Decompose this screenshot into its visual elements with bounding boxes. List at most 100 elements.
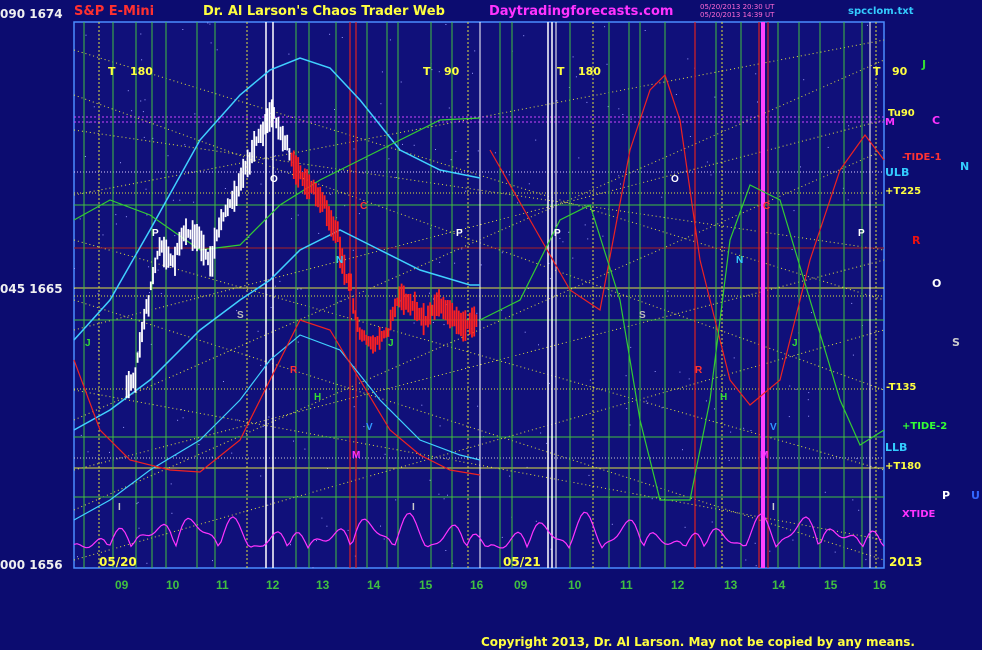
star-dot [347, 529, 349, 531]
star-dot [793, 210, 795, 212]
star-dot [689, 136, 691, 137]
star-dot [508, 174, 510, 176]
star-dot [800, 166, 801, 168]
star-dot [212, 560, 213, 562]
star-dot [429, 292, 430, 294]
star-dot [79, 218, 81, 220]
star-dot [257, 330, 259, 332]
cycle-label-180b: 180 [578, 65, 601, 78]
star-dot [439, 425, 441, 427]
star-dot [568, 231, 570, 233]
star-dot [171, 512, 173, 514]
star-dot [834, 551, 836, 553]
x-tick-label: 16 [873, 578, 887, 592]
cycle-label-t1: T [108, 65, 116, 78]
star-dot [847, 199, 849, 201]
star-dot [109, 451, 110, 453]
marker-p: P [456, 228, 463, 239]
star-dot [733, 357, 735, 359]
star-dot [667, 290, 669, 292]
star-dot [575, 76, 577, 78]
star-dot [808, 392, 810, 394]
star-dot [445, 24, 447, 25]
star-dot [141, 59, 143, 61]
cycle-label-t3: T [557, 65, 565, 78]
star-dot [501, 536, 503, 538]
star-dot [501, 252, 503, 254]
star-dot [745, 559, 747, 561]
marker-h: H [314, 392, 321, 403]
star-dot [85, 34, 87, 36]
marker-j: J [792, 338, 798, 349]
right-label-c: C [932, 114, 941, 127]
star-dot [174, 235, 176, 237]
star-dot [546, 442, 548, 444]
star-dot [145, 188, 147, 190]
x-tick-label: 11 [620, 578, 633, 592]
star-dot [572, 56, 574, 58]
star-dot [477, 150, 479, 152]
star-dot [549, 382, 550, 384]
star-dot [396, 177, 398, 178]
star-dot [509, 475, 511, 477]
star-dot [380, 525, 381, 527]
star-dot [88, 121, 90, 123]
marker-c: C [360, 201, 367, 212]
x-tick-label: 15 [419, 578, 433, 592]
star-dot [528, 183, 530, 185]
star-dot [388, 158, 390, 160]
star-dot [629, 424, 631, 426]
star-dot [384, 453, 386, 455]
star-dot [274, 285, 276, 287]
star-dot [223, 381, 224, 382]
right-label-t180: +T180 [885, 461, 922, 472]
star-dot [429, 479, 431, 481]
x-tick-label: 12 [671, 578, 685, 592]
star-dot [84, 156, 86, 157]
star-dot [517, 202, 519, 204]
marker-c: C [763, 201, 770, 212]
x-tick-label: 14 [772, 578, 786, 592]
star-dot [606, 63, 608, 65]
x-axis-ticks: 09 10 11 12 13 14 15 16 09 10 11 12 13 14 15 16 [115, 578, 887, 592]
right-label-t225: +T225 [885, 186, 922, 197]
star-dot [144, 99, 146, 101]
star-dot [279, 280, 281, 282]
year-label: 2013 [889, 555, 923, 569]
star-dot [710, 174, 712, 176]
star-dot [474, 50, 476, 52]
star-dot [262, 426, 264, 427]
marker-v: V [366, 422, 373, 433]
star-dot [848, 125, 850, 127]
marker-j: J [85, 338, 91, 349]
right-label-xtide: XTIDE [902, 509, 936, 520]
right-label-p: P [942, 489, 951, 502]
star-dot [326, 525, 328, 527]
star-dot [538, 344, 539, 346]
star-dot [290, 544, 291, 546]
star-dot [125, 216, 127, 218]
star-dot [353, 148, 355, 150]
star-dot [160, 293, 162, 294]
star-dot [618, 108, 620, 110]
star-dot [182, 417, 184, 419]
right-label-tide2: +TIDE-2 [902, 421, 948, 432]
marker-r: R [290, 365, 298, 376]
star-dot [438, 71, 440, 73]
star-dot [413, 322, 415, 324]
star-dot [661, 196, 663, 198]
right-label-j: J [922, 58, 927, 71]
star-dot [556, 100, 558, 102]
star-dot [549, 278, 551, 280]
site-link[interactable]: Daytradingforecasts.com [489, 4, 673, 19]
star-dot [808, 415, 810, 417]
star-dot [231, 452, 233, 454]
star-dot [679, 371, 681, 373]
star-dot [687, 58, 689, 60]
star-dot [358, 213, 360, 215]
star-dot [754, 542, 756, 544]
star-dot [584, 224, 586, 226]
star-dot [630, 346, 632, 348]
star-dot [97, 293, 99, 295]
cycle-label-180a: 180 [130, 65, 153, 78]
